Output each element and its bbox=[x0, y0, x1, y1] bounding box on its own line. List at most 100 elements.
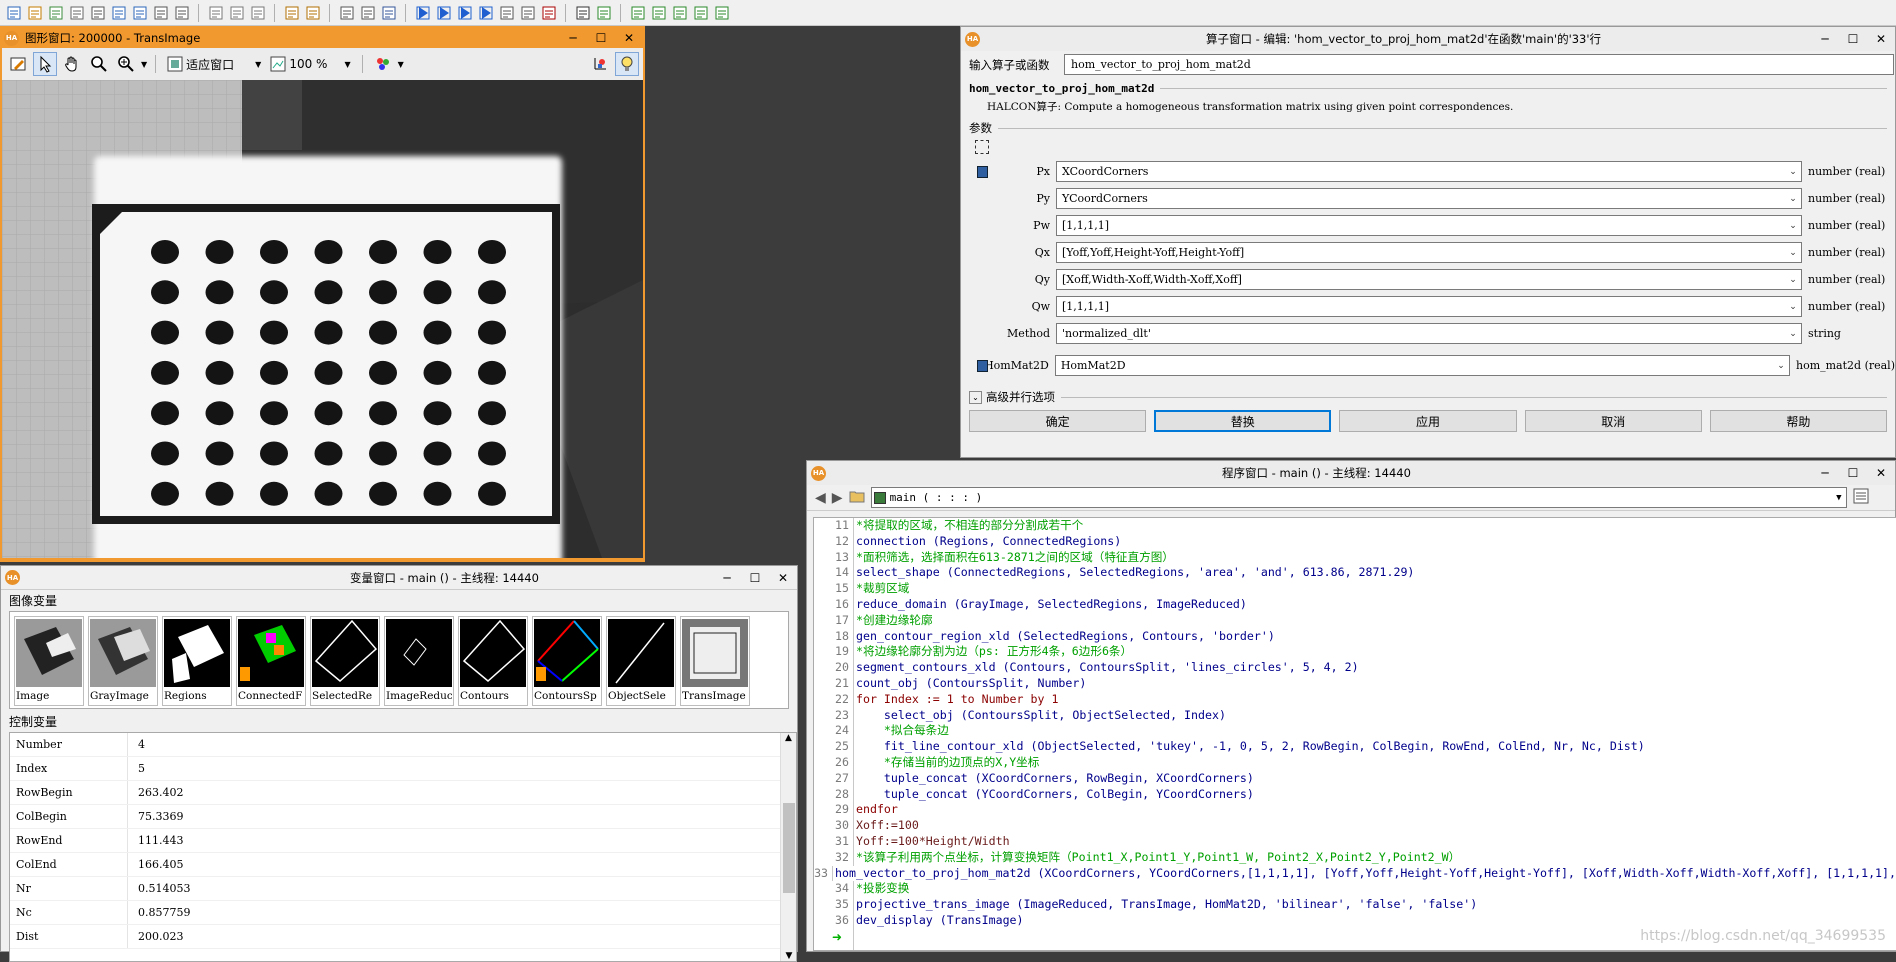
step-into-icon[interactable] bbox=[455, 3, 474, 22]
code-line[interactable]: 14 select_shape (ConnectedRegions, Select… bbox=[814, 565, 1896, 582]
image-variable-grayimage[interactable]: GrayImage bbox=[88, 616, 158, 706]
minimize-button[interactable]: ─ bbox=[1811, 27, 1839, 51]
print-icon[interactable] bbox=[151, 3, 170, 22]
code-line[interactable]: 17 *创建边缘轮廓 bbox=[814, 612, 1896, 629]
scroll-up-icon[interactable]: ▲ bbox=[781, 733, 796, 743]
pen-icon[interactable] bbox=[6, 52, 30, 76]
indent-icon[interactable] bbox=[337, 3, 356, 22]
chevron-down-icon[interactable]: ▼ bbox=[141, 60, 147, 69]
stop-icon[interactable] bbox=[497, 3, 516, 22]
code-line[interactable]: 18 gen_contour_region_xld (SelectedRegion… bbox=[814, 628, 1896, 645]
image-variable-contourssp[interactable]: ContoursSp bbox=[532, 616, 602, 706]
scroll-down-icon[interactable]: ▼ bbox=[781, 951, 797, 961]
breakpoint-icon[interactable] bbox=[539, 3, 558, 22]
image-variable-contours[interactable]: Contours bbox=[458, 616, 528, 706]
chevron-down-icon[interactable]: ⌄ bbox=[1785, 248, 1801, 258]
paste-icon[interactable] bbox=[248, 3, 267, 22]
step-over-icon[interactable] bbox=[434, 3, 453, 22]
code-editor[interactable]: 11 *将提取的区域，不相连的部分分割成若干个 12 connection (Regi… bbox=[813, 517, 1896, 951]
minimize-button[interactable]: ─ bbox=[1811, 461, 1839, 485]
code-line[interactable]: 36 dev_display (TransImage) bbox=[814, 912, 1896, 929]
code-line[interactable]: 34 *投影变换 bbox=[814, 881, 1896, 898]
zoom-in-icon[interactable] bbox=[114, 52, 138, 76]
ok-button[interactable]: 确定 bbox=[969, 410, 1147, 432]
undo-icon[interactable] bbox=[282, 3, 301, 22]
copy-icon[interactable] bbox=[227, 3, 246, 22]
code-line[interactable]: 22 for Index := 1 to Number by 1 bbox=[814, 691, 1896, 708]
code-line[interactable]: 29 endfor bbox=[814, 802, 1896, 819]
image-variable-objectsele[interactable]: ObjectSele bbox=[606, 616, 676, 706]
new-file-icon[interactable] bbox=[4, 3, 23, 22]
code-line[interactable]: 21 count_obj (ContoursSplit, Number) bbox=[814, 675, 1896, 692]
control-variable-row[interactable]: Nr 0.514053 bbox=[10, 877, 796, 901]
cancel-button[interactable]: 取消 bbox=[1524, 410, 1702, 432]
param-value-field[interactable]: YCoordCorners ⌄ bbox=[1056, 188, 1802, 209]
feature-icon[interactable] bbox=[670, 3, 689, 22]
code-line[interactable]: 35 projective_trans_image (ImageReduced, … bbox=[814, 897, 1896, 913]
histogram-icon[interactable] bbox=[628, 3, 647, 22]
procedure-combo[interactable]: main ( : : : ) ▼ bbox=[870, 487, 1847, 508]
lightbulb-icon[interactable] bbox=[615, 52, 639, 76]
export-icon[interactable] bbox=[130, 3, 149, 22]
advanced-options-row[interactable]: ⌄ 高级并行选项 bbox=[961, 379, 1895, 405]
chevron-down-icon[interactable]: ⌄ bbox=[969, 390, 982, 404]
chevron-down-icon[interactable]: ⌄ bbox=[1785, 329, 1801, 339]
color-palette-icon[interactable] bbox=[371, 52, 395, 76]
procedure-properties-icon[interactable] bbox=[1853, 488, 1869, 507]
redo-icon[interactable] bbox=[303, 3, 322, 22]
run-icon[interactable] bbox=[413, 3, 432, 22]
outdent-icon[interactable] bbox=[358, 3, 377, 22]
open-icon[interactable] bbox=[25, 3, 44, 22]
code-line[interactable]: 24 *拟合每条边 bbox=[814, 723, 1896, 740]
code-line[interactable]: 26 *存储当前的边顶点的X,Y坐标 bbox=[814, 754, 1896, 771]
cut-icon[interactable] bbox=[206, 3, 225, 22]
image-variable-transimage[interactable]: TransImage bbox=[680, 616, 750, 706]
dotted-box-icon[interactable] bbox=[975, 140, 989, 154]
chevron-down-icon[interactable]: ⌄ bbox=[1785, 302, 1801, 312]
save-icon[interactable] bbox=[67, 3, 86, 22]
import-icon[interactable] bbox=[109, 3, 128, 22]
code-line[interactable]: 27 tuple_concat (XCoordCorners, RowBegin… bbox=[814, 770, 1896, 787]
save-all-icon[interactable] bbox=[88, 3, 107, 22]
code-line[interactable]: 33 hom_vector_to_proj_hom_mat2d (XCoordCo… bbox=[814, 865, 1896, 882]
param-value-field[interactable]: [1,1,1,1] ⌄ bbox=[1056, 215, 1802, 236]
fit-window-combo[interactable]: 适应窗口 ▼ bbox=[164, 53, 264, 75]
image-variable-image[interactable]: Image bbox=[14, 616, 84, 706]
chart-icon[interactable] bbox=[594, 3, 613, 22]
ocr-icon[interactable] bbox=[712, 3, 731, 22]
param-value-field[interactable]: [1,1,1,1] ⌄ bbox=[1056, 296, 1802, 317]
find-icon[interactable] bbox=[379, 3, 398, 22]
control-variable-row[interactable]: Index 5 bbox=[10, 757, 796, 781]
open-example-icon[interactable] bbox=[46, 3, 65, 22]
control-variable-row[interactable]: Nc 0.857759 bbox=[10, 901, 796, 925]
folder-icon[interactable] bbox=[849, 489, 865, 506]
code-line[interactable]: 32 *该算子利用两个点坐标，计算变换矩阵（Point1_X,Point1_Y,P… bbox=[814, 849, 1896, 866]
param-value-field[interactable]: [Xoff,Width-Xoff,Width-Xoff,Xoff] ⌄ bbox=[1056, 269, 1802, 290]
zoom-combo[interactable]: 100 % ▼ bbox=[267, 53, 353, 75]
param-value-field[interactable]: 'normalized_dlt' ⌄ bbox=[1056, 323, 1802, 344]
control-variable-row[interactable]: Dist 200.023 bbox=[10, 925, 796, 949]
chevron-down-icon[interactable]: ▼ bbox=[398, 60, 404, 69]
image-variable-connectedf[interactable]: ConnectedF bbox=[236, 616, 306, 706]
operator-input-field[interactable]: hom_vector_to_proj_hom_mat2d bbox=[1064, 54, 1894, 75]
graphics-canvas[interactable] bbox=[2, 80, 643, 558]
code-line[interactable]: 16 reduce_domain (GrayImage, SelectedRegi… bbox=[814, 596, 1896, 613]
hand-icon[interactable] bbox=[60, 52, 84, 76]
image-variable-imagereduc[interactable]: ImageReduc bbox=[384, 616, 454, 706]
code-line[interactable]: 19 *将边缘轮廓分割为边（ps: 正方形4条，6边形6条） bbox=[814, 644, 1896, 661]
code-line[interactable]: 25 fit_line_contour_xld (ObjectSelected,… bbox=[814, 739, 1896, 755]
help-button[interactable]: 帮助 bbox=[1709, 410, 1887, 432]
code-line[interactable]: 23 select_obj (ContoursSplit, ObjectSele… bbox=[814, 707, 1896, 724]
image-variable-selectedre[interactable]: SelectedRe bbox=[310, 616, 380, 706]
back-arrow-icon[interactable]: ◀ bbox=[815, 490, 826, 506]
control-variable-row[interactable]: ColEnd 166.405 bbox=[10, 853, 796, 877]
chevron-down-icon[interactable]: ⌄ bbox=[1785, 275, 1801, 285]
control-variable-row[interactable]: ColBegin 75.3369 bbox=[10, 805, 796, 829]
control-variable-row[interactable]: RowBegin 263.402 bbox=[10, 781, 796, 805]
close-button[interactable]: ✕ bbox=[1867, 461, 1895, 485]
apply-button[interactable]: 应用 bbox=[1339, 410, 1517, 432]
param-value-field[interactable]: [Yoff,Yoff,Height-Yoff,Height-Yoff] ⌄ bbox=[1056, 242, 1802, 263]
code-line[interactable]: 15 *裁剪区域 bbox=[814, 581, 1896, 597]
chevron-down-icon[interactable]: ⌄ bbox=[1773, 361, 1789, 371]
control-variable-row[interactable]: RowEnd 111.443 bbox=[10, 829, 796, 853]
